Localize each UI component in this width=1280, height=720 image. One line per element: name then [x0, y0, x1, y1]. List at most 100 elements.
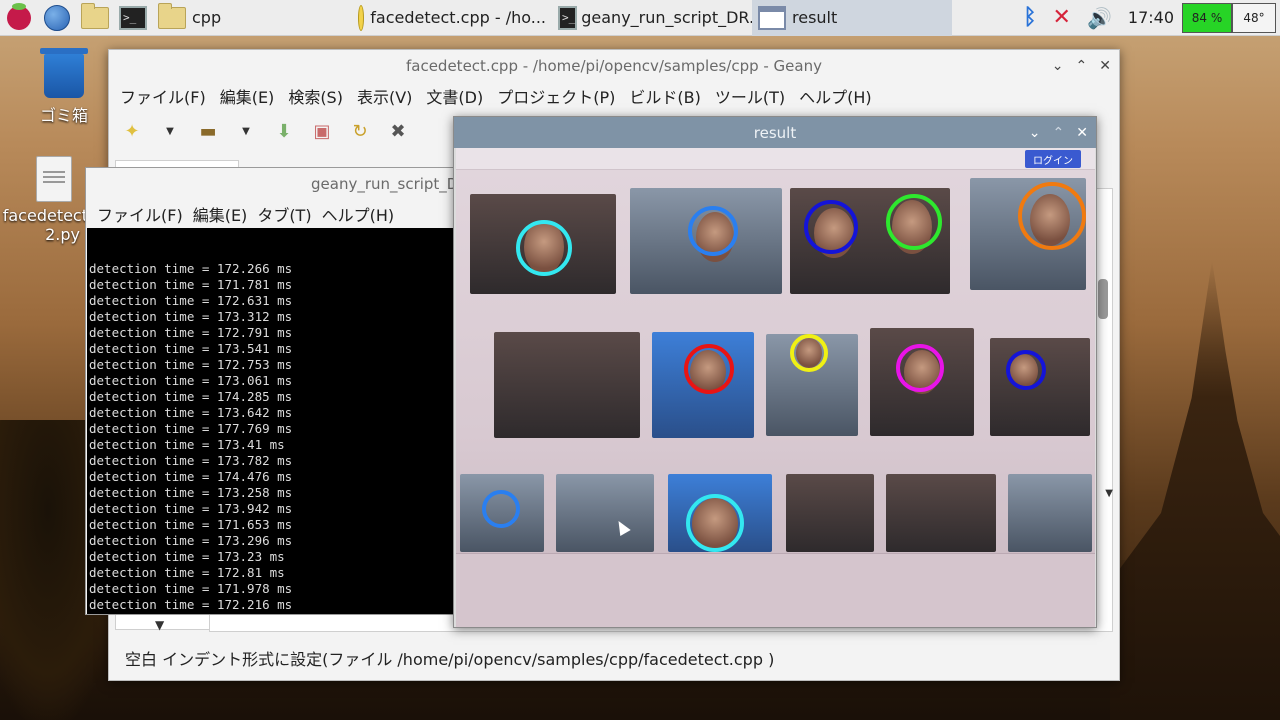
menu-help[interactable]: ヘルプ(H)	[792, 84, 879, 108]
terminal-line: detection time = 172.791 ms	[89, 325, 293, 340]
terminal-line: detection time = 171.978 ms	[89, 581, 293, 596]
editor-scrollbar[interactable]	[1098, 279, 1108, 319]
menu-file[interactable]: ファイル(F)	[113, 84, 213, 108]
terminal-line: detection time = 173.061 ms	[89, 373, 293, 388]
menu-tools[interactable]: ツール(T)	[708, 84, 792, 108]
terminal-line: detection time = 177.769 ms	[89, 421, 293, 436]
maximize-icon[interactable]: ⌃	[1076, 58, 1088, 74]
terminal-line: detection time = 173.942 ms	[89, 501, 293, 516]
close-icon[interactable]: ✕	[1099, 58, 1111, 74]
task-cpp[interactable]: cpp	[152, 0, 352, 36]
save-icon[interactable]: ⬇	[269, 116, 299, 146]
result-window: result ⌄ ⌃ ✕ ログイン	[453, 116, 1097, 628]
captured-explorer-statusbar	[456, 553, 1095, 627]
image-thumbnail	[990, 338, 1090, 436]
face-detection-ring-blue	[482, 490, 520, 528]
geany-title: facedetect.cpp - /home/pi/opencv/samples…	[405, 57, 822, 75]
system-tray: ᛒ ✕ 🔊 17:40 84 % 48°	[1015, 0, 1280, 36]
taskbar: >_ cpp facedetect.cpp - /ho... >_ geany_…	[0, 0, 1280, 36]
term-menu-file[interactable]: ファイル(F)	[92, 202, 188, 226]
network-disconnected-icon[interactable]: ✕	[1053, 5, 1071, 30]
image-thumbnail	[1008, 474, 1092, 552]
window-icon	[758, 5, 786, 30]
menu-search[interactable]: 検索(S)	[281, 84, 350, 108]
terminal-line: detection time = 172.216 ms	[89, 597, 293, 612]
result-titlebar[interactable]: result ⌄ ⌃ ✕	[454, 117, 1096, 148]
cpu-monitor[interactable]: 84 %	[1182, 2, 1232, 33]
terminal-menubar: ファイル(F) 編集(E) タブ(T) ヘルプ(H)	[86, 200, 456, 228]
geany-statusbar: 空白 インデント形式に設定(ファイル /home/pi/opencv/sampl…	[109, 636, 1121, 680]
terminal-line: detection time = 172.753 ms	[89, 357, 293, 372]
terminal-line: detection time = 173.23 ms	[89, 549, 285, 564]
menu-project[interactable]: プロジェクト(P)	[490, 84, 622, 108]
folder-icon	[158, 2, 186, 29]
camera-frame[interactable]: ログイン	[456, 148, 1095, 627]
image-thumbnail	[886, 474, 996, 552]
save-all-icon[interactable]: ▣	[307, 116, 337, 146]
file-manager-icon[interactable]	[80, 2, 110, 33]
terminal-line: detection time = 174.476 ms	[89, 469, 293, 484]
clock[interactable]: 17:40	[1128, 8, 1174, 27]
terminal-line: detection time = 173.239 ms	[89, 613, 455, 614]
wallpaper-temple	[1110, 260, 1280, 720]
face-detection-ring-yellow	[790, 334, 828, 372]
face-detection-ring-navy	[1006, 350, 1046, 390]
revert-icon[interactable]: ↻	[345, 116, 375, 146]
face-detection-ring-orange	[1018, 182, 1086, 250]
image-thumbnail	[786, 474, 874, 552]
face-detection-ring-green	[886, 194, 942, 250]
sidebar-chevron-down-icon[interactable]: ▼	[155, 618, 164, 632]
menu-build[interactable]: ビルド(B)	[622, 84, 707, 108]
terminal-output[interactable]: detection time = 172.266 ms detection tim…	[87, 228, 457, 614]
terminal-line: detection time = 173.642 ms	[89, 405, 293, 420]
browser-icon[interactable]	[42, 3, 72, 33]
new-file-icon[interactable]: ✦	[117, 116, 147, 146]
task-result[interactable]: result	[752, 0, 952, 36]
menu-document[interactable]: 文書(D)	[419, 84, 490, 108]
new-dropdown-chevron-icon[interactable]: ▼	[155, 116, 185, 146]
face-detection-ring-navy	[804, 200, 858, 254]
terminal-title: geany_run_script_DR	[311, 175, 456, 193]
terminal-line: detection time = 174.285 ms	[89, 389, 293, 404]
geany-icon	[358, 4, 365, 31]
terminal-line: detection time = 171.653 ms	[89, 517, 293, 532]
terminal-line: detection time = 172.81 ms	[89, 565, 285, 580]
trash-desktop-icon[interactable]: ゴミ箱	[14, 48, 114, 126]
volume-icon[interactable]: 🔊	[1087, 6, 1112, 30]
terminal-line: detection time = 172.266 ms	[89, 261, 293, 276]
terminal-line: detection time = 173.782 ms	[89, 453, 293, 468]
term-menu-edit[interactable]: 編集(E)	[188, 202, 253, 226]
face-detection-ring-cyan	[686, 494, 744, 552]
task-geany[interactable]: facedetect.cpp - /ho...	[352, 0, 552, 36]
open-dropdown-chevron-icon[interactable]: ▼	[231, 116, 261, 146]
open-file-icon[interactable]: ▬	[193, 116, 223, 146]
editor-scroll-down-icon[interactable]: ▼	[1105, 488, 1113, 499]
terminal-launcher-icon[interactable]: >_	[118, 3, 148, 33]
close-file-icon[interactable]: ✖	[383, 116, 413, 146]
terminal-titlebar[interactable]: geany_run_script_DR	[86, 168, 456, 200]
task-terminal[interactable]: >_ geany_run_script_DR...	[552, 0, 752, 36]
captured-login-button: ログイン	[1025, 150, 1081, 168]
status-message: 空白 インデント形式に設定(ファイル /home/pi/opencv/sampl…	[125, 650, 775, 669]
face-detection-ring-red	[684, 344, 734, 394]
trash-label: ゴミ箱	[39, 106, 88, 125]
terminal-line: detection time = 172.631 ms	[89, 293, 293, 308]
result-maximize-icon[interactable]: ⌃	[1053, 125, 1065, 141]
terminal-line: detection time = 171.781 ms	[89, 277, 293, 292]
temperature-monitor[interactable]: 48°	[1232, 2, 1276, 33]
term-menu-tabs[interactable]: タブ(T)	[252, 202, 316, 226]
terminal-window: geany_run_script_DR ファイル(F) 編集(E) タブ(T) …	[85, 167, 457, 615]
result-minimize-icon[interactable]: ⌄	[1029, 125, 1041, 141]
term-menu-help[interactable]: ヘルプ(H)	[317, 202, 400, 226]
bluetooth-icon[interactable]: ᛒ	[1023, 5, 1036, 30]
menu-view[interactable]: 表示(V)	[350, 84, 419, 108]
geany-titlebar[interactable]: facedetect.cpp - /home/pi/opencv/samples…	[109, 50, 1119, 82]
menu-edit[interactable]: 編集(E)	[213, 84, 282, 108]
terminal-line: detection time = 173.258 ms	[89, 485, 293, 500]
result-close-icon[interactable]: ✕	[1076, 125, 1088, 141]
image-thumbnail	[494, 332, 640, 438]
result-title: result	[753, 123, 797, 142]
raspberry-menu-icon[interactable]	[4, 2, 34, 33]
minimize-icon[interactable]: ⌄	[1052, 58, 1064, 74]
face-detection-ring-blue	[688, 206, 738, 256]
